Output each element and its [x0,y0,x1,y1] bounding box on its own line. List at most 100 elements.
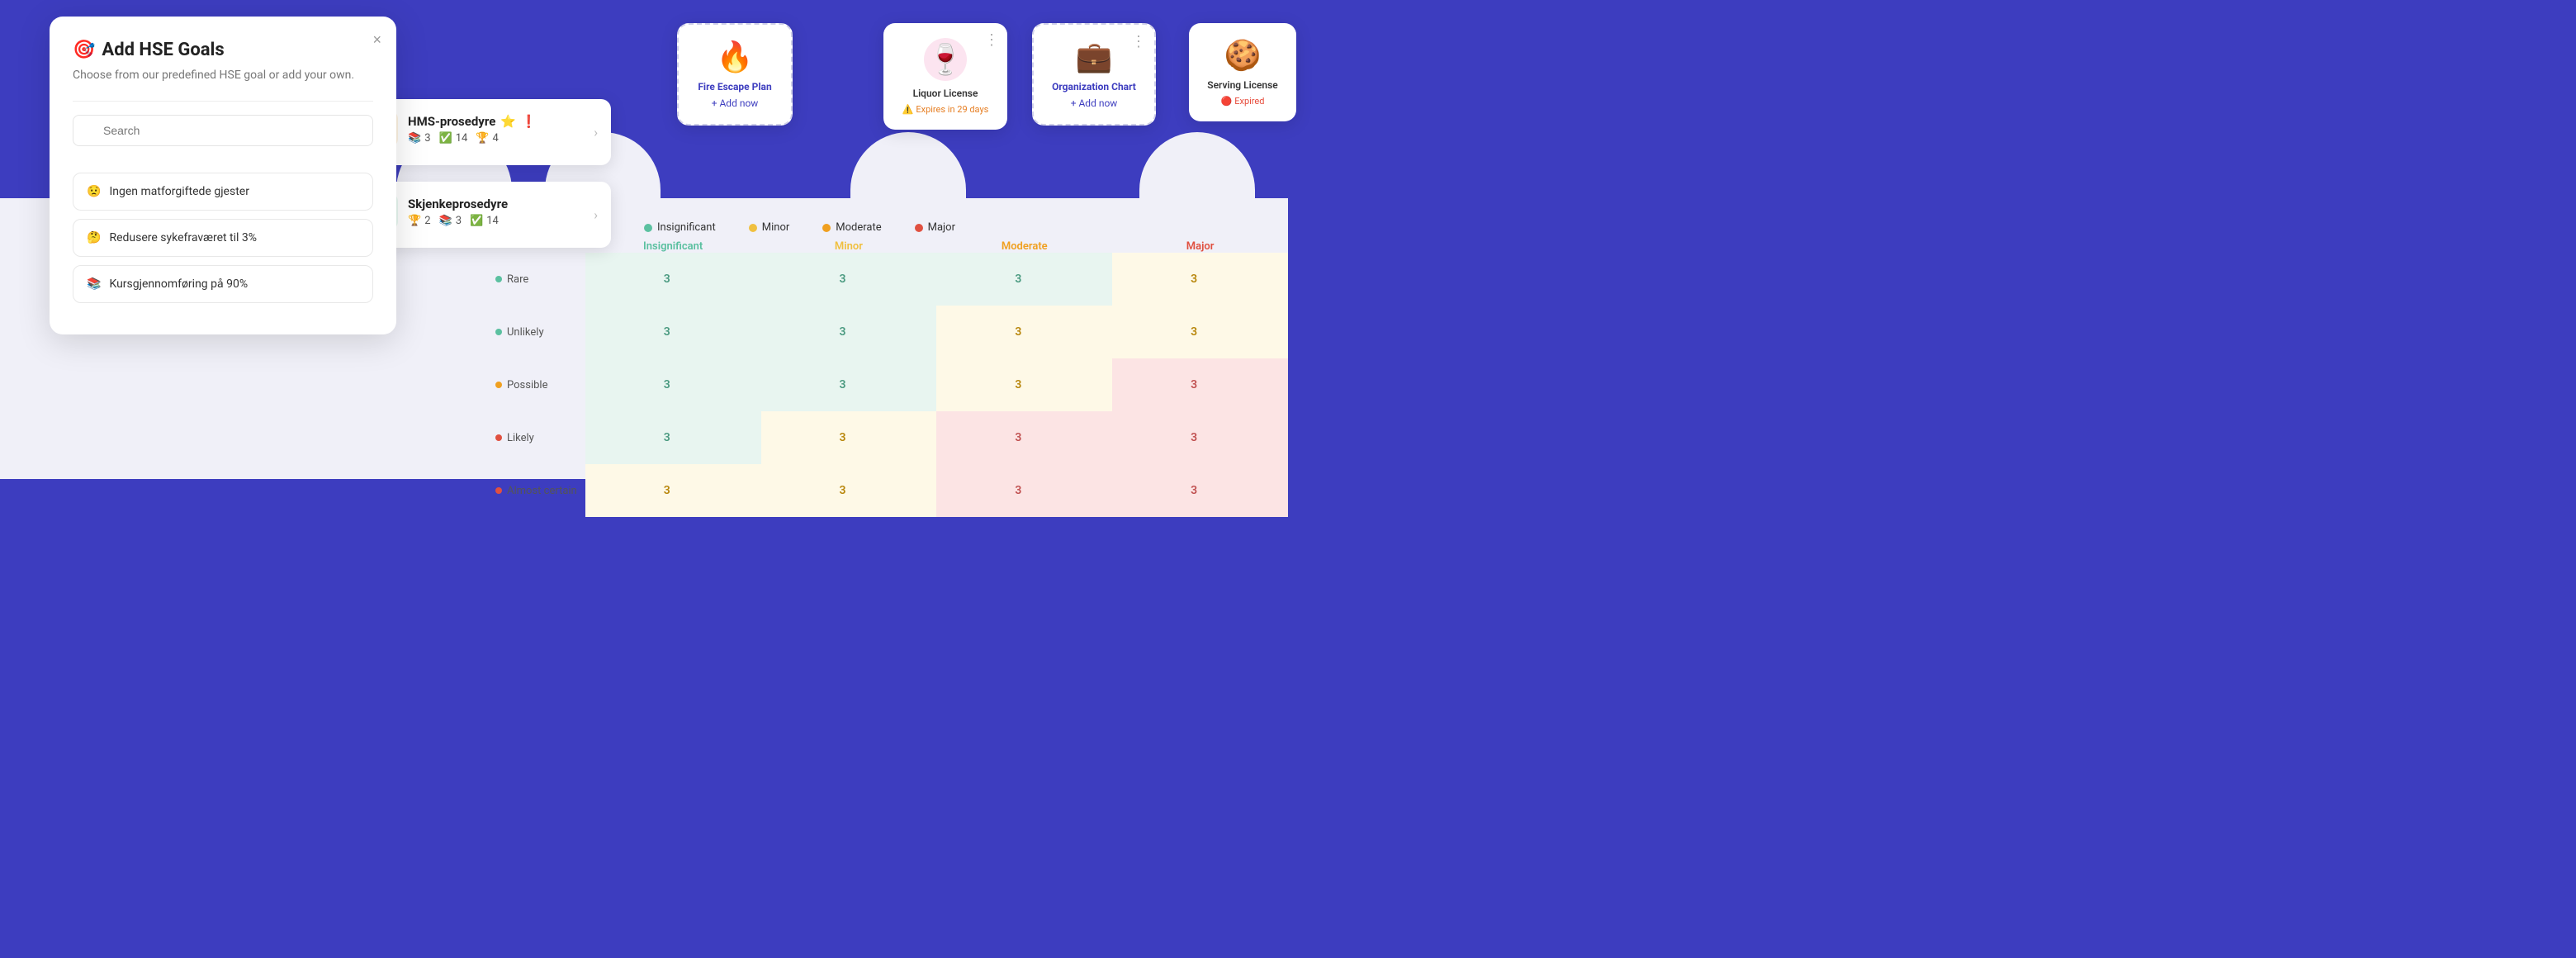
matrix-cell-inner: 3 [765,309,921,355]
liquor-status-text: Expires in 29 days [916,104,988,115]
menu-dots-icon-org[interactable]: ⋮ [1131,33,1146,50]
cell-badge: 3 [830,424,856,451]
star-icon: ⭐ [500,114,516,129]
matrix-cell-inner: 3 [1115,256,1272,302]
row-label-likely: Likely [479,411,585,464]
alert-icon: ❗ [521,114,537,129]
row-dot [495,434,502,441]
col-header-moderate: Moderate [936,240,1112,253]
liquor-title: Liquor License [895,88,996,99]
cell-4-3: 3 [1112,464,1288,517]
cell-badge: 3 [1005,372,1031,398]
panel-title: 🎯 Add HSE Goals [73,40,373,60]
risk-matrix-table: Insignificant Minor Moderate Major Rare3… [479,240,1288,517]
proc-title-text-1: HMS-prosedyre [408,114,495,129]
matrix-cell-inner: 3 [940,467,1096,514]
col-header-minor: Minor [761,240,937,253]
cell-badge: 3 [654,477,680,504]
cell-badge: 3 [830,266,856,292]
cell-badge: 3 [654,266,680,292]
row-dot [495,276,502,282]
stat-check-1: ✅14 [439,132,468,145]
matrix-row: Almost certain 3 3 3 3 [479,464,1288,517]
warning-icon: ⚠️ [902,104,914,115]
row-dot [495,382,502,388]
cell-4-0: 3 [585,464,761,517]
proc-title-skjenke: Skjenkeprosedyre [408,197,508,211]
goal-label-2: Redusere sykefraværet til 3% [109,231,257,244]
search-wrapper: 🔍 [73,115,373,159]
matrix-cell-inner: 3 [765,256,921,302]
cell-2-0: 3 [585,358,761,411]
org-chart-add[interactable]: + Add now [1045,97,1143,109]
cell-1-0: 3 [585,306,761,358]
cell-1-3: 3 [1112,306,1288,358]
matrix-cell-inner: 3 [940,362,1096,408]
cell-badge: 3 [1005,477,1031,504]
insignificant-label: Insignificant [657,221,716,234]
row-dot [495,487,502,494]
cell-0-3: 3 [1112,253,1288,306]
matrix-row: Likely3333 [479,411,1288,464]
goal-item-2[interactable]: 🤔 Redusere sykefraværet til 3% [73,219,373,257]
row-label-almost certain: Almost certain [479,464,585,517]
hse-goals-panel: × 🎯 Add HSE Goals Choose from our predef… [50,17,396,334]
stat-trophy-2: 🏆2 [408,215,431,227]
risk-matrix-container: Insignificant Minor Moderate Major Insig… [479,215,1288,479]
major-label: Major [928,221,955,234]
chevron-right-icon-2[interactable]: › [594,207,598,223]
cell-badge: 3 [1005,424,1031,451]
goal-item-1[interactable]: 😟 Ingen matforgiftede gjester [73,173,373,211]
wine-icon: 🍷 [924,38,967,81]
cell-0-0: 3 [585,253,761,306]
serving-status-text: Expired [1234,96,1264,107]
minor-dot [749,224,757,232]
org-chart-title: Organization Chart [1045,81,1143,94]
matrix-cell-inner: 3 [589,467,746,514]
row-label-possible: Possible [479,358,585,411]
row-label-unlikely: Unlikely [479,306,585,358]
close-button[interactable]: × [372,31,381,49]
fire-escape-add[interactable]: + Add now [690,97,779,109]
cell-3-3: 3 [1112,411,1288,464]
cell-0-2: 3 [936,253,1112,306]
cell-badge: 3 [1181,319,1207,345]
cell-badge: 3 [1005,266,1031,292]
cell-4-1: 3 [761,464,937,517]
col-header-major: Major [1112,240,1288,253]
cell-badge: 3 [1181,266,1207,292]
cell-0-1: 3 [761,253,937,306]
matrix-cell-inner: 3 [765,467,921,514]
chevron-right-icon-1[interactable]: › [594,125,598,140]
major-dot [915,224,923,232]
fire-escape-card[interactable]: 🔥 Fire Escape Plan + Add now [677,23,793,126]
goal-item-3[interactable]: 📚 Kursgjennomføring på 90% [73,265,373,303]
matrix-row: Possible3333 [479,358,1288,411]
org-chart-card[interactable]: 💼 Organization Chart + Add now ⋮ [1032,23,1156,126]
serving-title: Serving License [1200,79,1285,91]
panel-subtitle: Choose from our predefined HSE goal or a… [73,67,373,84]
cell-3-2: 3 [936,411,1112,464]
cell-badge: 3 [1181,372,1207,398]
proc-stats-skjenke: 🏆2 📚3 ✅14 [408,215,508,227]
cell-badge: 3 [830,319,856,345]
proc-title-text-2: Skjenkeprosedyre [408,197,508,211]
matrix-cell-inner: 3 [1115,309,1272,355]
goal-icon-3: 📚 [87,277,101,291]
moderate-label: Moderate [836,221,881,234]
row-label-rare: Rare [479,253,585,306]
target-icon: 🎯 [73,40,95,60]
menu-dots-icon[interactable]: ⋮ [984,31,999,49]
cell-badge: 3 [654,319,680,345]
legend-insignificant: Insignificant [644,221,716,234]
insignificant-dot [644,224,652,232]
matrix-cell-inner: 3 [765,415,921,461]
matrix-cell-inner: 3 [589,256,746,302]
col-header-insignificant: Insignificant [585,240,761,253]
search-input[interactable] [73,115,373,146]
goal-label-3: Kursgjennomføring på 90% [109,277,248,291]
matrix-cell-inner: 3 [940,256,1096,302]
matrix-cell-inner: 3 [1115,362,1272,408]
error-icon: 🔴 [1221,96,1233,107]
matrix-row: Rare 3 3 3 3 [479,253,1288,306]
